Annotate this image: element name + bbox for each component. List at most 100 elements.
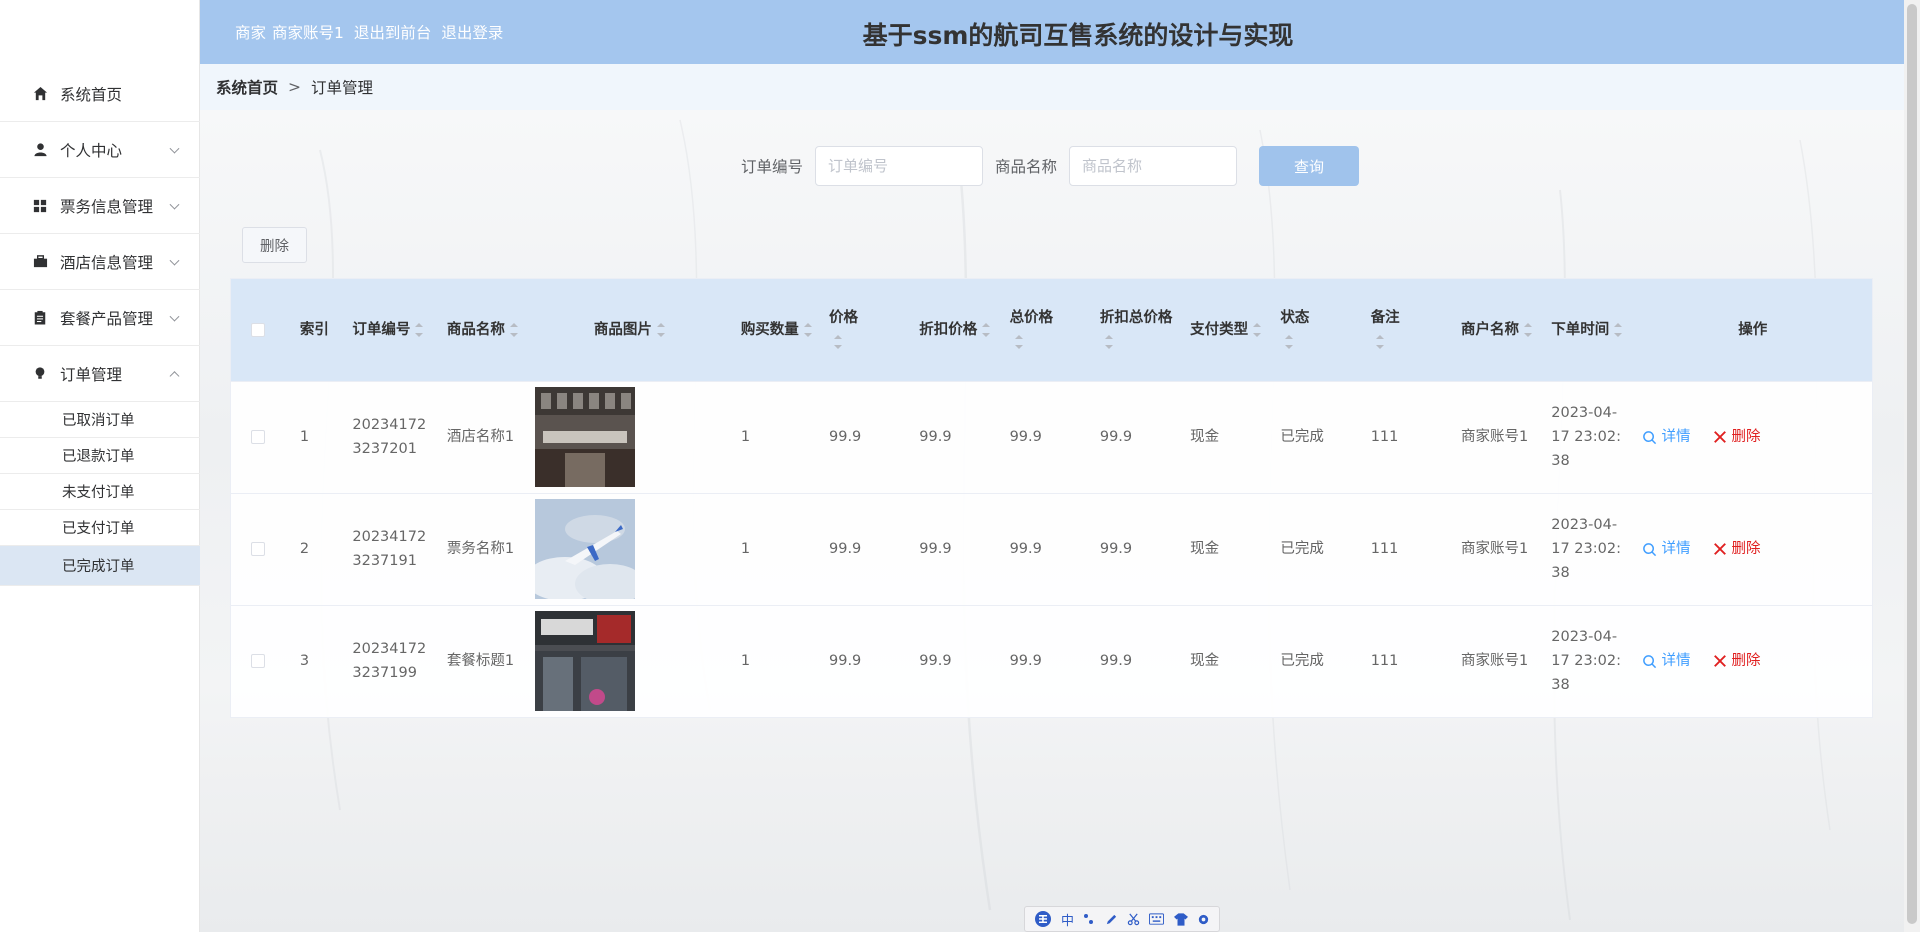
sort-icon[interactable]	[833, 334, 843, 349]
sort-icon[interactable]	[1375, 334, 1385, 349]
sidebar-item-label: 系统首页	[60, 85, 123, 104]
cell-product-name: 套餐标题1	[446, 653, 515, 670]
row-checkbox[interactable]	[251, 542, 265, 556]
table-row: 2 202341723237191 票务名称1 1 99.9 99.9 99.9…	[231, 493, 1872, 605]
table-row: 3 202341723237199 套餐标题1 1 99.9 99.9 99.9…	[231, 605, 1872, 717]
cell-discount-price: 99.9	[919, 653, 952, 670]
sidebar-item-label: 个人中心	[60, 141, 123, 160]
sidebar-item-orders[interactable]: 订单管理	[0, 346, 200, 402]
header-discount-price[interactable]: 折扣价格	[911, 279, 1001, 381]
cell-quantity: 1	[740, 429, 751, 445]
sidebar-item-label: 酒店信息管理	[60, 253, 154, 272]
delete-button[interactable]: 删除	[1713, 425, 1761, 449]
breadcrumb-current: 订单管理	[311, 79, 374, 97]
header-merchant[interactable]: 商户名称	[1453, 279, 1543, 381]
header-remark[interactable]: 备注	[1363, 279, 1453, 381]
pen-icon[interactable]	[1105, 913, 1118, 926]
sidebar-item-hotels[interactable]: 酒店信息管理	[0, 234, 200, 290]
detail-label: 详情	[1661, 429, 1691, 445]
delete-button[interactable]: 删除	[1713, 649, 1761, 673]
sidebar-subitem-refunded[interactable]: 已退款订单	[0, 438, 200, 474]
header-product-name[interactable]: 商品名称	[439, 279, 527, 381]
row-checkbox[interactable]	[251, 430, 265, 444]
sort-icon[interactable]	[509, 322, 519, 337]
sort-icon[interactable]	[1104, 334, 1114, 349]
cell-index: 2	[299, 541, 310, 557]
row-operations: 详情 删除	[1642, 425, 1864, 449]
ime-language[interactable]: 中	[1061, 910, 1074, 929]
sort-icon[interactable]	[656, 322, 666, 337]
sidebar-subitem-paid[interactable]: 已支付订单	[0, 510, 200, 546]
breadcrumb-home[interactable]: 系统首页	[216, 76, 278, 98]
chevron-down-icon	[169, 311, 180, 322]
sort-icon[interactable]	[981, 322, 991, 337]
header-total-price[interactable]: 总价格	[1002, 279, 1092, 381]
search-icon	[1642, 430, 1656, 444]
punctuation-icon[interactable]	[1083, 913, 1095, 925]
search-icon	[1642, 654, 1656, 668]
header-product-image[interactable]: 商品图片	[527, 279, 733, 381]
gear-icon[interactable]	[1197, 913, 1210, 926]
skin-icon[interactable]	[1173, 912, 1188, 926]
header-label: 下单时间	[1551, 321, 1610, 338]
cell-remark: 111	[1370, 541, 1399, 557]
chevron-up-icon	[169, 370, 180, 381]
header-discount-total[interactable]: 折扣总价格	[1092, 279, 1182, 381]
cell-pay-type: 现金	[1190, 541, 1220, 557]
delete-button[interactable]: 删除	[1713, 537, 1761, 561]
sidebar-subitem-completed[interactable]: 已完成订单	[0, 546, 200, 586]
home-icon	[32, 86, 48, 102]
cell-price: 99.9	[829, 653, 862, 670]
header-price[interactable]: 价格	[821, 279, 911, 381]
cell-pay-type: 现金	[1190, 429, 1220, 445]
cell-remark: 111	[1370, 653, 1399, 670]
sidebar-item-personal[interactable]: 个人中心	[0, 122, 200, 178]
header-label: 价格	[829, 309, 858, 326]
sidebar-item-tickets[interactable]: 票务信息管理	[0, 178, 200, 234]
sort-icon[interactable]	[1523, 322, 1533, 337]
cell-price: 99.9	[829, 541, 862, 557]
scrollbar-thumb[interactable]	[1907, 4, 1917, 924]
header-status[interactable]: 状态	[1272, 279, 1362, 381]
sort-icon[interactable]	[1252, 322, 1262, 337]
sidebar-subitem-cancelled[interactable]: 已取消订单	[0, 402, 200, 438]
cell-discount-total: 99.9	[1099, 541, 1133, 557]
ime-logo-icon[interactable]	[1034, 910, 1052, 928]
airplane-photo	[535, 499, 636, 599]
batch-delete-button[interactable]: 删除	[242, 227, 307, 263]
sort-icon[interactable]	[1014, 334, 1024, 349]
sort-icon[interactable]	[1613, 322, 1623, 337]
detail-button[interactable]: 详情	[1642, 425, 1691, 449]
order-no-label: 订单编号	[741, 158, 804, 176]
cell-product-name: 酒店名称1	[446, 429, 515, 445]
chevron-down-icon	[169, 199, 180, 210]
page-scrollbar[interactable]	[1904, 0, 1920, 932]
product-name-input[interactable]	[1069, 146, 1238, 186]
row-checkbox[interactable]	[251, 654, 265, 669]
order-no-input[interactable]	[815, 146, 984, 186]
sidebar: 系统首页 个人中心 票务信息管理 酒店信息管理 套餐产品管理 订单管理 已取消订…	[0, 0, 200, 932]
sidebar-item-home[interactable]: 系统首页	[0, 66, 200, 122]
query-button[interactable]: 查询	[1259, 146, 1360, 186]
cell-order-no: 202341723237191	[352, 529, 427, 569]
sort-icon[interactable]	[1284, 334, 1294, 349]
header-pay-type[interactable]: 支付类型	[1182, 279, 1272, 381]
cell-discount-price: 99.9	[919, 541, 952, 557]
scissors-icon[interactable]	[1127, 913, 1140, 926]
cell-index: 3	[299, 653, 310, 670]
detail-button[interactable]: 详情	[1642, 537, 1691, 561]
header-quantity[interactable]: 购买数量	[733, 279, 821, 381]
cell-order-no: 202341723237201	[352, 417, 427, 457]
sidebar-subitem-unpaid[interactable]: 未支付订单	[0, 474, 200, 510]
keyboard-icon[interactable]	[1149, 913, 1165, 925]
header-order-time[interactable]: 下单时间	[1543, 279, 1633, 381]
cell-status: 已完成	[1280, 653, 1324, 670]
sort-icon[interactable]	[803, 322, 813, 337]
sort-icon[interactable]	[414, 322, 424, 337]
cell-discount-price: 99.9	[919, 429, 952, 445]
header-order-no[interactable]: 订单编号	[344, 279, 438, 381]
header-label: 支付类型	[1190, 321, 1249, 338]
sidebar-item-packages[interactable]: 套餐产品管理	[0, 290, 200, 346]
select-all-checkbox[interactable]	[251, 322, 265, 337]
detail-button[interactable]: 详情	[1642, 649, 1691, 673]
